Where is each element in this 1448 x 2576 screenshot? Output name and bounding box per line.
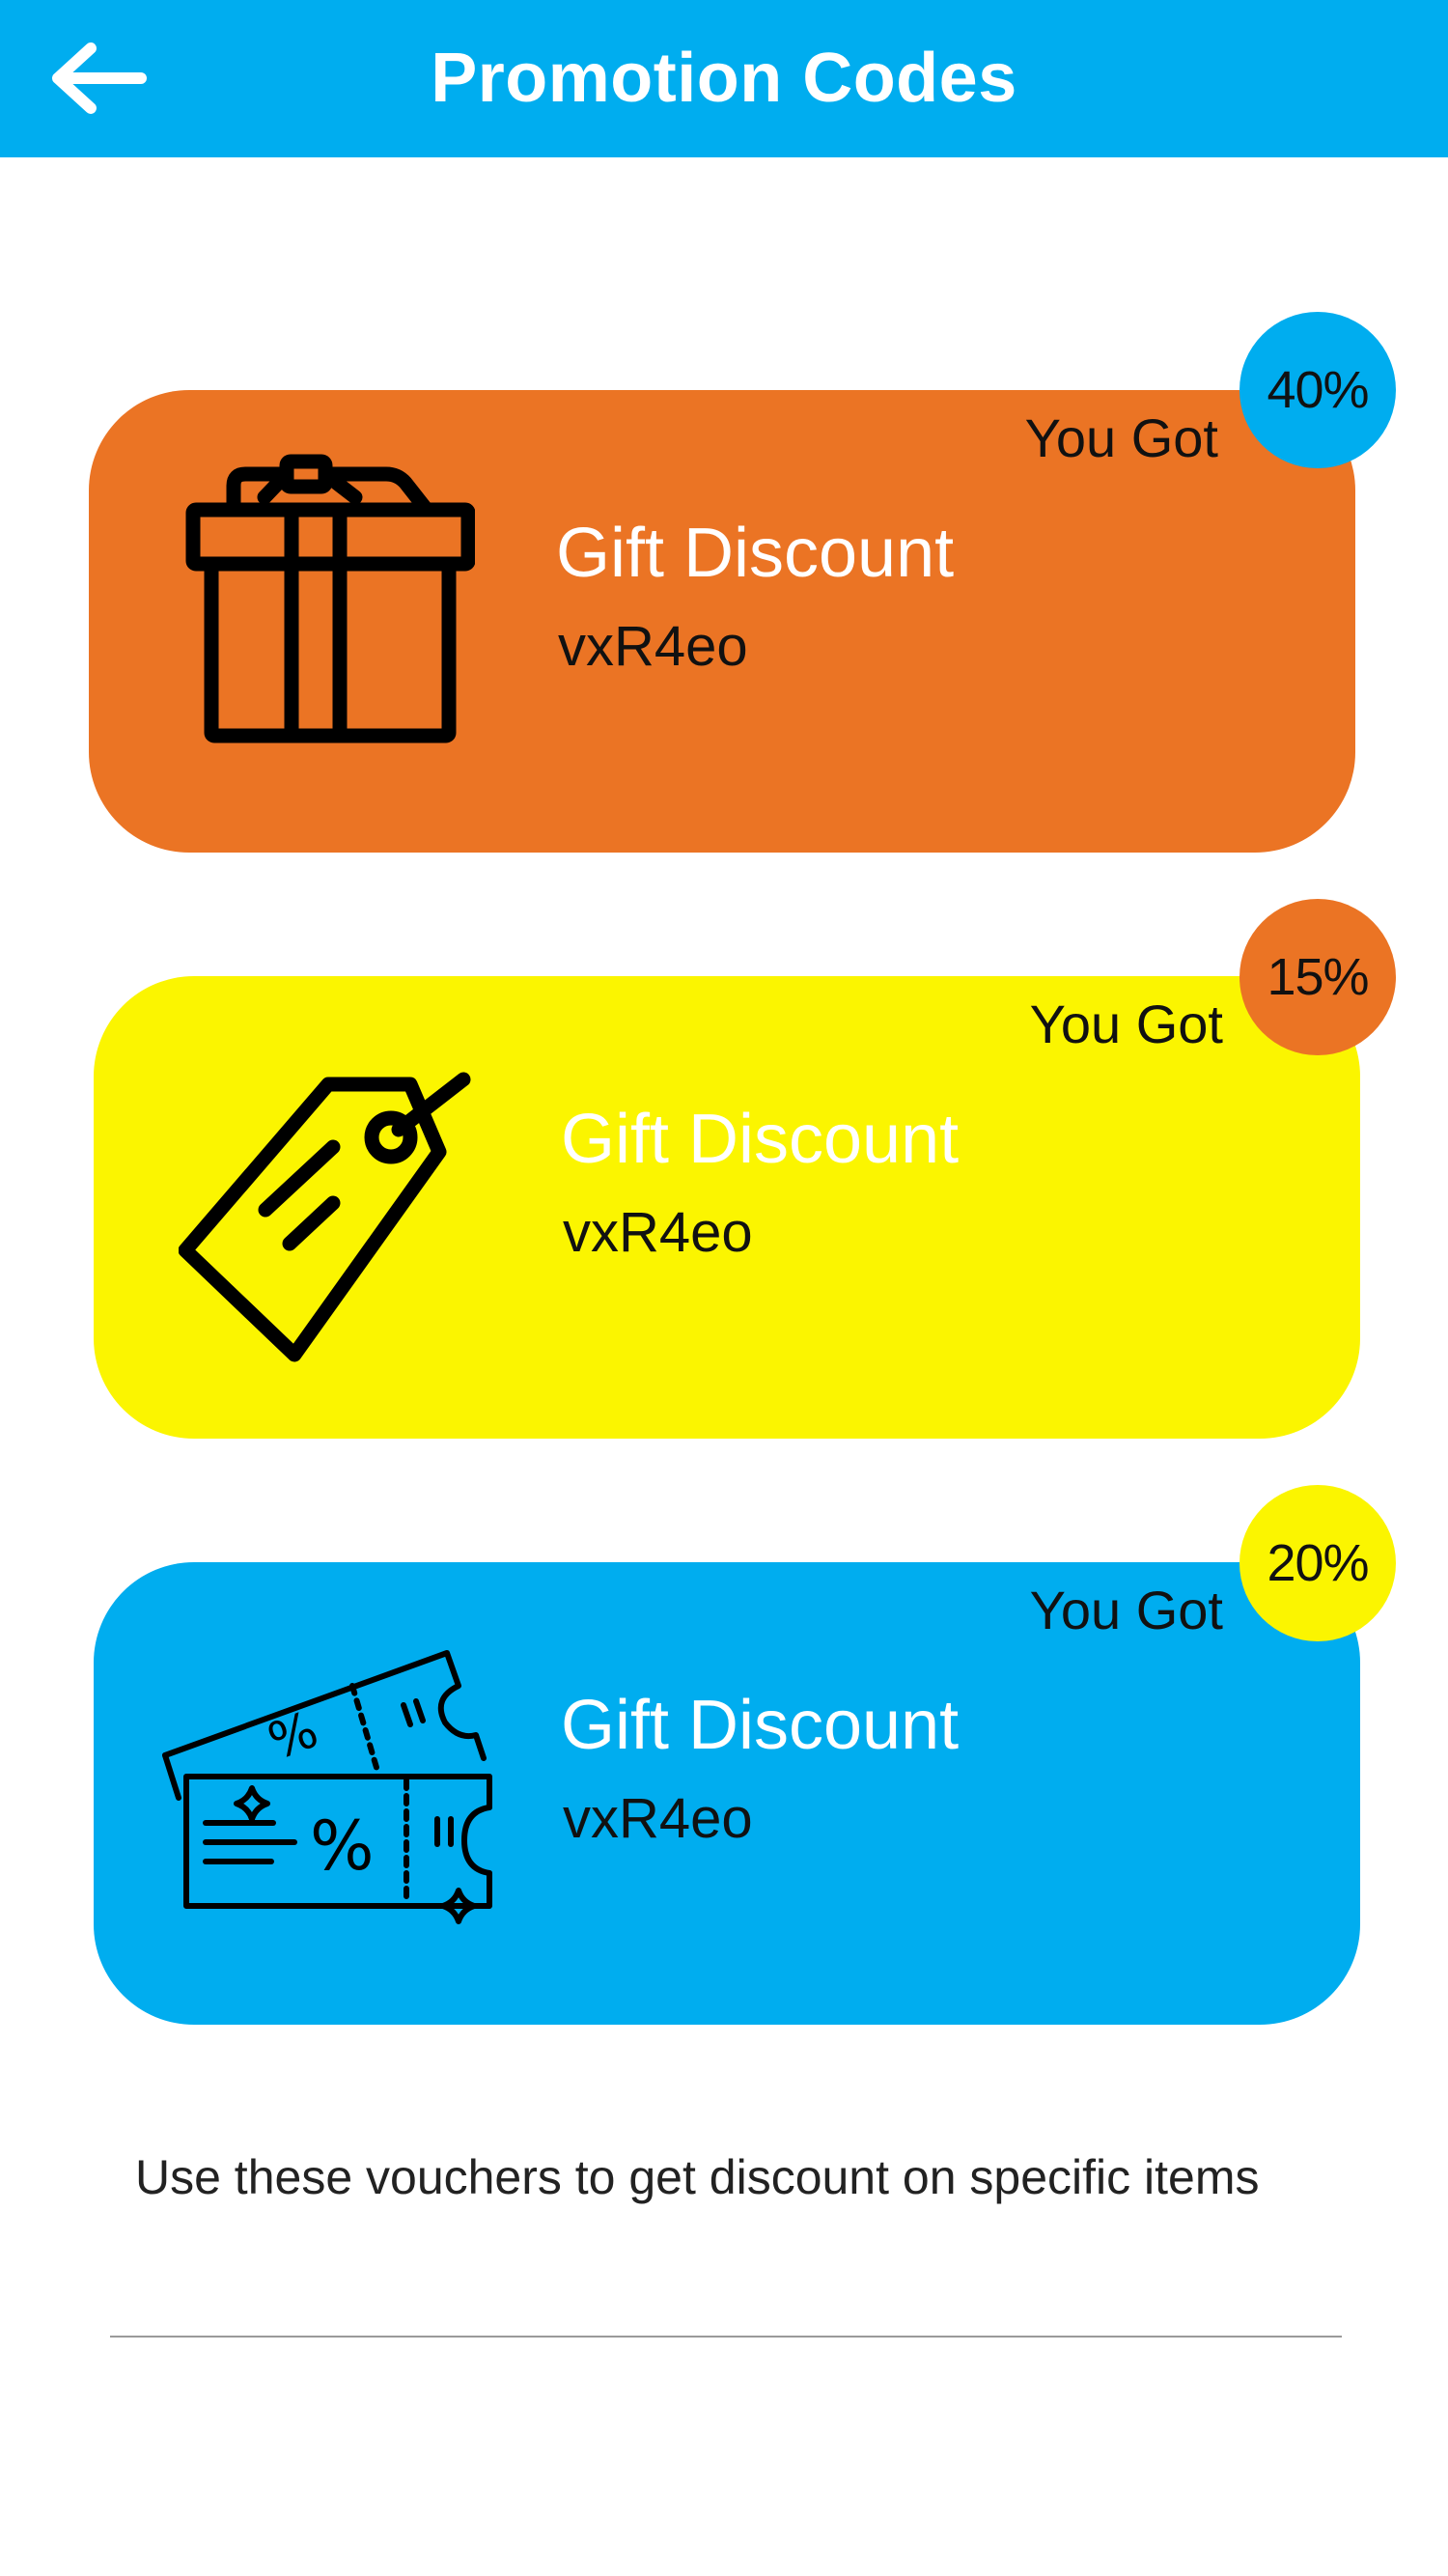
voucher-code: vxR4eo [563, 1787, 753, 1850]
svg-text:%: % [310, 1806, 375, 1886]
discount-badge: 20% [1239, 1485, 1396, 1641]
voucher-code: vxR4eo [563, 1201, 753, 1264]
header-bar: Promotion Codes [0, 0, 1448, 157]
voucher-card[interactable]: You Got % % Gift Discount vxR4eo [94, 1562, 1360, 2025]
voucher-title: Gift Discount [561, 1687, 960, 1764]
page-title: Promotion Codes [431, 40, 1017, 117]
voucher-card[interactable]: You Got Gift Discount vxR4eo [94, 976, 1360, 1439]
price-tag-icon [178, 1065, 478, 1364]
voucher-code: vxR4eo [558, 615, 748, 678]
info-text: Use these vouchers to get discount on sp… [135, 2150, 1260, 2204]
you-got-label: You Got [1029, 994, 1223, 1054]
divider [110, 2336, 1342, 2338]
voucher-card[interactable]: You Got Gift Discount vxR4eo [89, 390, 1355, 853]
discount-badge: 40% [1239, 312, 1396, 468]
svg-text:%: % [261, 1701, 325, 1772]
you-got-label: You Got [1024, 407, 1218, 468]
discount-badge: 15% [1239, 899, 1396, 1055]
discount-tickets-icon: % % [157, 1645, 505, 1935]
voucher-title: Gift Discount [556, 515, 955, 592]
gift-box-icon [185, 454, 476, 743]
voucher-title: Gift Discount [561, 1101, 960, 1178]
you-got-label: You Got [1029, 1580, 1223, 1640]
